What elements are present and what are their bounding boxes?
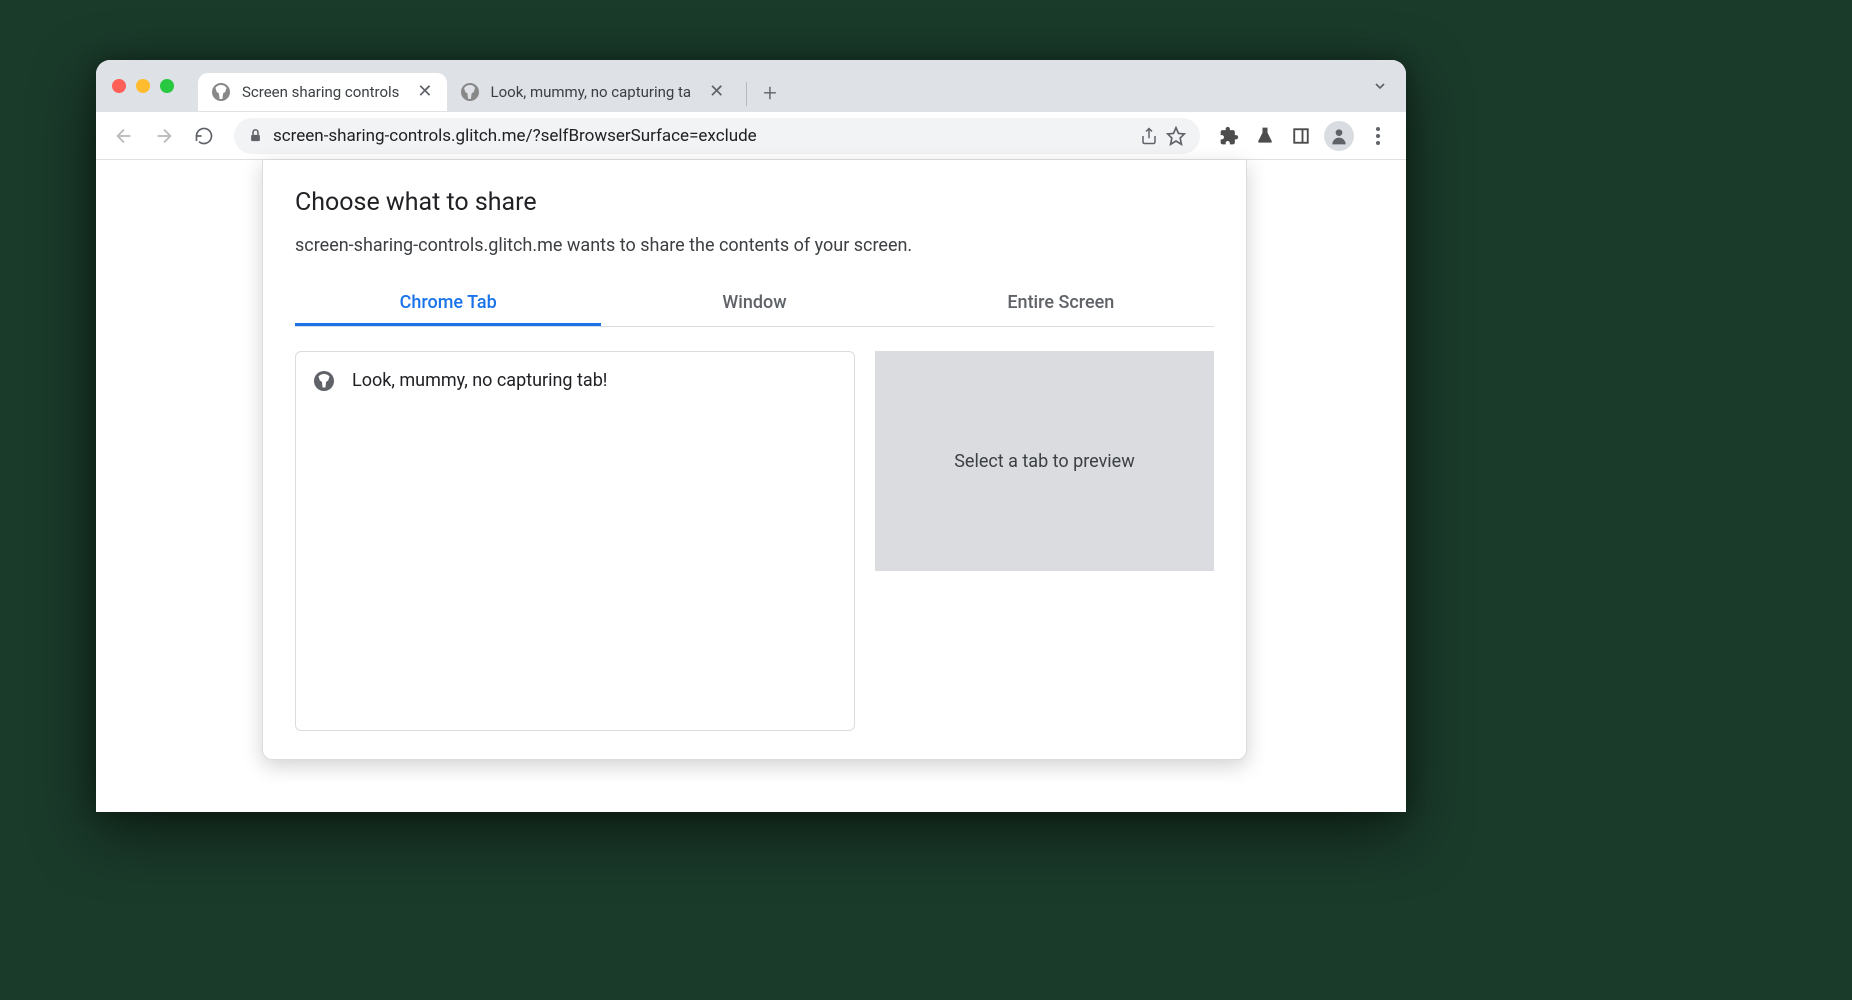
extensions-area [1212,119,1396,153]
tab-chrome-tab[interactable]: Chrome Tab [295,282,601,326]
extensions-icon[interactable] [1212,119,1246,153]
browser-window: Screen sharing controls ✕ Look, mummy, n… [96,60,1406,812]
tab-title: Screen sharing controls [242,83,399,101]
nav-forward-button[interactable] [146,118,182,154]
browser-menu-button[interactable] [1360,127,1396,145]
tab-separator [746,82,747,106]
preview-placeholder-text: Select a tab to preview [954,451,1135,472]
tab-close-button[interactable]: ✕ [709,83,724,101]
browser-tab-active[interactable]: Screen sharing controls ✕ [198,73,447,111]
tab-window[interactable]: Window [601,282,907,326]
lock-icon [248,128,263,143]
share-item-title: Look, mummy, no capturing tab! [352,370,607,391]
share-icon[interactable] [1140,127,1158,145]
share-preview-pane: Select a tab to preview [875,351,1214,731]
dialog-title: Choose what to share [295,188,1214,217]
page-content: Choose what to share screen-sharing-cont… [96,160,1406,812]
browser-tab-inactive[interactable]: Look, mummy, no capturing ta ✕ [447,73,739,111]
url-text: screen-sharing-controls.glitch.me/?selfB… [273,126,1132,146]
nav-back-button[interactable] [106,118,142,154]
globe-icon [212,83,230,101]
toolbar: screen-sharing-controls.glitch.me/?selfB… [96,112,1406,160]
tab-entire-screen[interactable]: Entire Screen [908,282,1214,326]
tabs-dropdown-button[interactable] [1372,78,1388,94]
tab-title: Look, mummy, no capturing ta [491,83,692,101]
panel-icon[interactable] [1284,119,1318,153]
dialog-description: screen-sharing-controls.glitch.me wants … [295,235,1214,256]
tab-close-button[interactable]: ✕ [417,83,432,101]
window-minimize-button[interactable] [136,79,150,93]
nav-reload-button[interactable] [186,118,222,154]
flask-icon[interactable] [1248,119,1282,153]
traffic-lights [112,79,174,93]
profile-avatar[interactable] [1324,121,1354,151]
globe-icon [461,83,479,101]
bookmark-icon[interactable] [1166,126,1186,146]
share-list-item[interactable]: Look, mummy, no capturing tab! [296,360,854,401]
address-bar[interactable]: screen-sharing-controls.glitch.me/?selfB… [234,118,1200,154]
window-close-button[interactable] [112,79,126,93]
share-tab-list: Look, mummy, no capturing tab! [295,351,855,731]
share-content-area: Look, mummy, no capturing tab! Select a … [295,351,1214,731]
window-maximize-button[interactable] [160,79,174,93]
globe-icon [314,371,334,391]
share-source-tabs: Chrome Tab Window Entire Screen [295,282,1214,327]
preview-placeholder: Select a tab to preview [875,351,1214,571]
screen-share-dialog: Choose what to share screen-sharing-cont… [262,160,1247,760]
titlebar: Screen sharing controls ✕ Look, mummy, n… [96,60,1406,112]
new-tab-button[interactable]: + [755,79,785,107]
